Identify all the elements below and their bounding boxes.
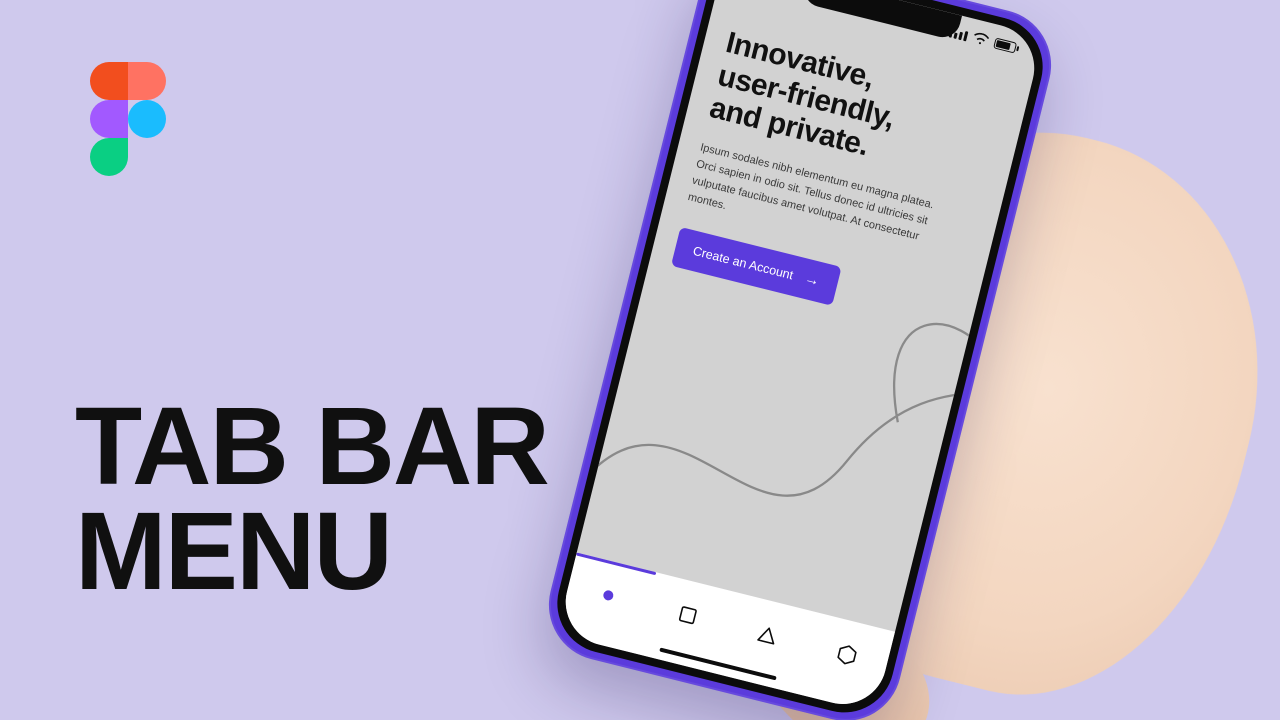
square-icon (677, 604, 699, 626)
title-line-2: MENU (75, 500, 548, 605)
tab-home[interactable] (562, 558, 655, 632)
figma-logo (90, 62, 166, 176)
figma-logo-part (90, 138, 128, 176)
hexagon-icon (835, 643, 859, 667)
wifi-icon (972, 31, 990, 47)
circle-icon (602, 589, 614, 601)
figma-logo-part (128, 62, 166, 100)
battery-icon (993, 37, 1017, 53)
figma-logo-part (90, 62, 128, 100)
page-title: TAB BAR MENU (75, 395, 548, 604)
status-indicators (948, 23, 1018, 55)
tab-four[interactable] (800, 618, 893, 692)
figma-logo-part (90, 100, 128, 138)
title-line-1: TAB BAR (75, 395, 548, 500)
tab-two[interactable] (641, 578, 734, 652)
phone-mockup: 9:41 Innovative, user-friendly, and priv… (537, 0, 1063, 720)
tab-three[interactable] (721, 598, 814, 672)
figma-logo-part (128, 100, 166, 138)
triangle-icon (756, 624, 780, 646)
